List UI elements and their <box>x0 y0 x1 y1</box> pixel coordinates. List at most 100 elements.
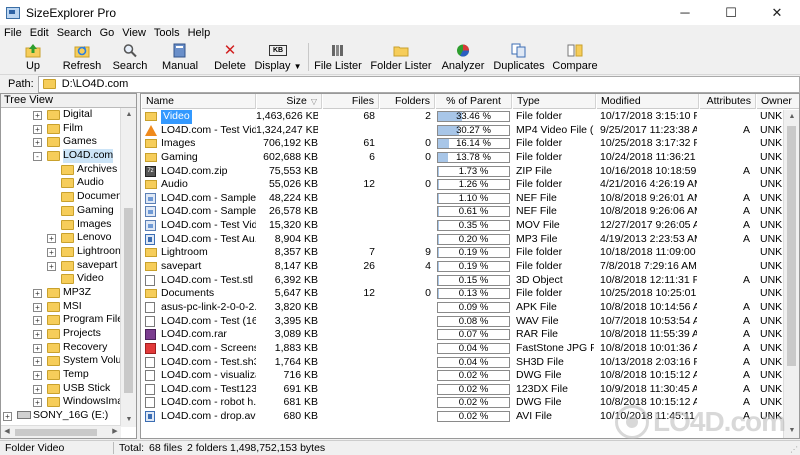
expand-icon[interactable]: + <box>33 357 42 367</box>
expand-icon[interactable]: + <box>47 234 56 244</box>
tree-item[interactable]: + Projects <box>1 327 121 341</box>
compare-button[interactable]: Compare <box>551 41 599 74</box>
scroll-left-arrow-icon[interactable]: ◀ <box>1 425 13 438</box>
table-row[interactable]: LO4D.com - Test.sh3d 1,764 KB 0.04 % SH3D F… <box>141 356 784 370</box>
expand-icon[interactable]: + <box>33 330 42 339</box>
menu-edit[interactable]: Edit <box>26 25 53 41</box>
column-header-size[interactable]: Size ▽ <box>256 94 322 109</box>
analyzer-button[interactable]: Analyzer <box>439 41 487 74</box>
table-row[interactable]: Lightroom 8,357 KB 7 9 0.19 % File folder 10/1… <box>141 246 784 260</box>
expand-icon[interactable]: + <box>33 398 42 408</box>
table-row[interactable]: LO4D.com - Test123... 691 KB 0.02 % 123DX F… <box>141 383 784 397</box>
table-row[interactable]: LO4D.com - visualiza... 716 KB 0.02 % DWG F… <box>141 369 784 383</box>
column-header-attributes[interactable]: Attributes <box>699 94 756 109</box>
menu-view[interactable]: View <box>118 25 150 41</box>
path-input[interactable]: D:\LO4D.com <box>37 75 800 93</box>
tree-item[interactable]: Documen <box>1 190 121 204</box>
manual-button[interactable]: Manual <box>154 41 206 74</box>
tree-item[interactable]: + Lightroon <box>1 245 121 259</box>
scroll-right-arrow-icon[interactable]: ▶ <box>109 425 121 438</box>
table-row[interactable]: LO4D.com - Test Vid... 1,324,247 KB 30.27 … <box>141 124 784 138</box>
file-lister-button[interactable]: File Lister <box>314 41 362 74</box>
table-row[interactable]: LO4D.com - Screens... 1,883 KB 0.04 % FastS… <box>141 342 784 356</box>
tree-item[interactable]: + savepart <box>1 259 121 273</box>
expand-icon[interactable]: + <box>47 261 56 271</box>
close-button[interactable]: ✕ <box>754 0 800 25</box>
menu-help[interactable]: Help <box>184 25 215 41</box>
tree-hscroll-thumb[interactable] <box>15 429 97 436</box>
scroll-up-arrow-icon[interactable]: ▲ <box>784 110 799 124</box>
expand-icon[interactable]: + <box>3 412 12 422</box>
folder-lister-button[interactable]: Folder Lister <box>367 41 435 74</box>
expand-icon[interactable]: + <box>33 384 42 394</box>
list-vertical-scrollbar[interactable]: ▲ ▼ <box>783 110 799 438</box>
duplicates-button[interactable]: Duplicates <box>491 41 547 74</box>
resize-grip-icon[interactable]: ⋰ <box>790 445 798 454</box>
table-row[interactable]: Documents 5,647 KB 12 0 0.13 % File folder 10/… <box>141 287 784 301</box>
table-row[interactable]: LO4D.com - Test Vid... 15,320 KB 0.35 % MOV… <box>141 219 784 233</box>
tree-item[interactable]: Gaming <box>1 204 121 218</box>
expand-icon[interactable]: + <box>33 316 42 326</box>
delete-button[interactable]: ✕ Delete <box>206 41 254 74</box>
search-button[interactable]: Search <box>106 41 154 74</box>
table-row[interactable]: LO4D.com - Sample ... 26,578 KB 0.61 % NEF … <box>141 205 784 219</box>
table-row[interactable]: Gaming 602,688 KB 6 0 13.78 % File folder 10/2… <box>141 151 784 165</box>
table-row[interactable]: LO4D.com.rar 3,089 KB 0.07 % RAR File 10/8/2… <box>141 328 784 342</box>
expand-icon[interactable]: + <box>47 247 56 257</box>
scroll-up-arrow-icon[interactable]: ▲ <box>121 108 136 122</box>
table-row[interactable]: Audio 55,026 KB 12 0 1.26 % File folder 4/21/2… <box>141 178 784 192</box>
tree-item[interactable]: + USB Stick <box>1 382 121 396</box>
maximize-button[interactable]: ☐ <box>708 0 754 25</box>
tree-item[interactable]: + Digital <box>1 108 121 122</box>
display-button[interactable]: KB Display ▼ <box>254 41 302 74</box>
table-row[interactable]: LO4D.com - Test.stl 6,392 KB 0.15 % 3D Obje… <box>141 274 784 288</box>
menu-file[interactable]: File <box>0 25 26 41</box>
refresh-button[interactable]: Refresh <box>58 41 106 74</box>
column-header-modified[interactable]: Modified <box>596 94 699 109</box>
table-row[interactable]: LO4D.com - Test Au... 8,904 KB 0.20 % MP3 F… <box>141 233 784 247</box>
expand-icon[interactable]: + <box>33 371 42 381</box>
column-header-owner[interactable]: Owner <box>756 94 799 109</box>
list-scroll-thumb[interactable] <box>787 126 796 366</box>
tree-item[interactable]: + SONY_16G (E:) <box>1 409 121 423</box>
tree-item[interactable]: + Film <box>1 122 121 136</box>
tree-scroll-thumb[interactable] <box>124 208 133 393</box>
table-row[interactable]: 7z LO4D.com.zip 75,553 KB 1.73 % ZIP File 10/… <box>141 165 784 179</box>
column-header-name[interactable]: Name <box>141 94 256 109</box>
tree-vertical-scrollbar[interactable]: ▲ ▼ <box>120 108 136 427</box>
menu-tools[interactable]: Tools <box>150 25 184 41</box>
scroll-down-arrow-icon[interactable]: ▼ <box>784 424 799 438</box>
tree-item[interactable]: + Temp <box>1 368 121 382</box>
tree-item[interactable]: + Lenovo <box>1 231 121 245</box>
table-row[interactable]: savepart 8,147 KB 26 4 0.19 % File folder 7/8/… <box>141 260 784 274</box>
menu-search[interactable]: Search <box>53 25 96 41</box>
table-row[interactable]: LO4D.com - Test (16... 3,395 KB 0.08 % WAV … <box>141 315 784 329</box>
expand-icon[interactable]: + <box>33 111 42 120</box>
column-header-files[interactable]: Files <box>322 94 379 109</box>
tree-item[interactable]: + Program Files <box>1 313 121 327</box>
table-row[interactable]: Video 1,463,626 KB 68 2 33.46 % File folder 10… <box>141 110 784 124</box>
table-row[interactable]: asus-pc-link-2-0-0-2... 3,820 KB 0.09 % APK… <box>141 301 784 315</box>
tree-item[interactable]: + MP3Z <box>1 286 121 300</box>
minimize-button[interactable]: ─ <box>662 0 708 25</box>
table-row[interactable]: Images 706,192 KB 61 0 16.14 % File folder 10/… <box>141 137 784 151</box>
expand-icon[interactable]: + <box>33 302 42 312</box>
expand-icon[interactable]: + <box>33 138 42 148</box>
table-row[interactable]: LO4D.com - Sample ... 48,224 KB 1.10 % NEF … <box>141 192 784 206</box>
tree-item[interactable]: Archives <box>1 163 121 177</box>
collapse-icon[interactable]: - <box>33 152 42 162</box>
scroll-down-arrow-icon[interactable]: ▼ <box>121 413 136 427</box>
tree-item[interactable]: Video <box>1 272 121 286</box>
tree-horizontal-scrollbar[interactable]: ◀ ▶ <box>1 425 121 438</box>
tree-item[interactable]: + System Volum <box>1 354 121 368</box>
tree-item[interactable]: Audio <box>1 176 121 190</box>
tree-item[interactable]: + WindowsImag <box>1 395 121 409</box>
column-header-pct[interactable]: % of Parent <box>435 94 512 109</box>
tree-item[interactable]: - LO4D.com <box>1 149 121 163</box>
tree-item[interactable]: + Recovery <box>1 341 121 355</box>
column-header-type[interactable]: Type <box>512 94 596 109</box>
column-header-folders[interactable]: Folders <box>379 94 435 109</box>
tree-item[interactable]: + MSI <box>1 300 121 314</box>
tree-item[interactable]: + Games <box>1 135 121 149</box>
tree-item[interactable]: Images <box>1 218 121 232</box>
